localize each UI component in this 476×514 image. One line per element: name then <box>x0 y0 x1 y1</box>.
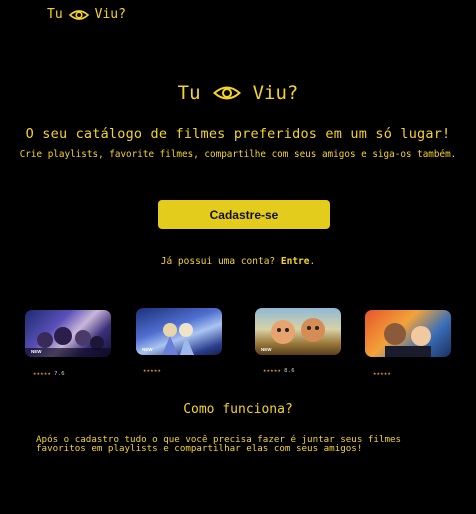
top-logo[interactable]: Tu Viu? <box>47 7 126 22</box>
poster-art <box>384 323 431 357</box>
login-text: Já possui uma conta? <box>160 256 276 267</box>
hero-logo: Tu Viu? <box>0 82 476 104</box>
rating-score: 7.6 <box>54 371 65 377</box>
signup-button[interactable]: Cadastre-se <box>158 200 330 229</box>
movie-poster[interactable]: NEW <box>25 310 111 357</box>
stars-glyphs: ★★★★★ <box>143 368 162 374</box>
stars-glyphs: ★★★★★ <box>263 368 282 374</box>
eye-icon <box>68 9 89 20</box>
how-it-works-text: Após o cadastro tudo o que você precisa … <box>36 434 402 454</box>
hero-logo-left: Tu <box>177 82 201 104</box>
eye-icon <box>212 86 241 100</box>
how-it-works-title: Como funciona? <box>183 402 293 417</box>
rating-stars: ★★★★★ 7.6 <box>33 371 65 377</box>
rating-stars: ★★★★★ 8.6 <box>263 368 295 374</box>
movie-poster[interactable]: NEW <box>255 308 341 355</box>
logo-text-left: Tu <box>47 7 63 22</box>
login-suffix: . <box>309 256 316 267</box>
poster-tag: NEW <box>142 347 153 352</box>
stars-glyphs: ★★★★★ <box>373 371 392 377</box>
login-prompt: Já possui uma conta? Entre. <box>0 256 476 267</box>
rating-stars: ★★★★★ <box>373 371 394 377</box>
rating-stars: ★★★★★ <box>143 368 164 374</box>
poster-tag: NEW <box>261 347 272 352</box>
login-link[interactable]: Entre <box>281 256 310 267</box>
rating-score: 8.6 <box>284 368 295 374</box>
movie-poster[interactable] <box>365 310 451 357</box>
hero-logo-right: Viu? <box>252 82 299 104</box>
stars-glyphs: ★★★★★ <box>33 371 52 377</box>
poster-tag: NEW <box>31 349 42 354</box>
hero-subline: Crie playlists, favorite filmes, compart… <box>19 149 457 160</box>
logo-text-right: Viu? <box>94 7 126 22</box>
hero-headline: O seu catálogo de filmes preferidos em u… <box>25 126 451 142</box>
movie-poster[interactable]: NEW <box>136 308 222 355</box>
